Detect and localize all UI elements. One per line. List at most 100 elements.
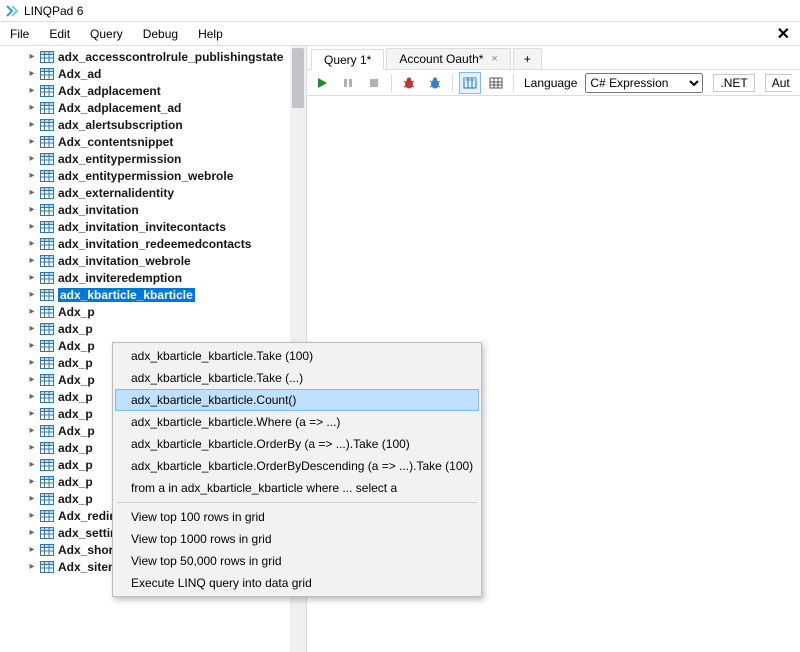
table-icon: [40, 102, 54, 114]
tree-expander-icon[interactable]: ▸: [26, 221, 38, 232]
context-menu-item[interactable]: adx_kbarticle_kbarticle.Where (a => ...): [115, 411, 479, 433]
menu-debug[interactable]: Debug: [133, 22, 188, 45]
tree-item[interactable]: ▸adx_kbarticle_kbarticle: [2, 286, 306, 303]
tree-item[interactable]: ▸Adx_adplacement: [2, 82, 306, 99]
tree-item[interactable]: ▸adx_accesscontrolrule_publishingstate: [2, 48, 306, 65]
tree-item[interactable]: ▸ adx_invitation_redeemedcontacts: [2, 235, 306, 252]
tree-expander-icon[interactable]: ▸: [26, 459, 38, 470]
tree-expander-icon[interactable]: ▸: [26, 255, 38, 266]
tree-expander-icon[interactable]: ▸: [26, 68, 38, 79]
language-select[interactable]: C# Expression: [585, 73, 703, 93]
context-menu-item[interactable]: Execute LINQ query into data grid: [115, 572, 479, 594]
aut-button[interactable]: Aut: [765, 74, 792, 92]
tree-expander-icon[interactable]: ▸: [26, 153, 38, 164]
context-menu-item[interactable]: adx_kbarticle_kbarticle.Take (100): [115, 345, 479, 367]
tree-item[interactable]: ▸adx_invitation_invitecontacts: [2, 218, 306, 235]
tree-expander-icon[interactable]: ▸: [26, 272, 38, 283]
bug-red-icon[interactable]: [398, 72, 420, 94]
language-label: Language: [524, 76, 577, 90]
tree-expander-icon[interactable]: ▸: [26, 204, 38, 215]
menu-help[interactable]: Help: [188, 22, 233, 45]
tab-close-icon[interactable]: ×: [491, 53, 497, 65]
run-button[interactable]: [311, 72, 333, 94]
tree-item-label: adx_invitation_redeemedcontacts: [58, 237, 251, 251]
menu-edit[interactable]: Edit: [39, 22, 80, 45]
tree-item[interactable]: ▸adx_entitypermission_webrole: [2, 167, 306, 184]
results-grid-icon[interactable]: [485, 72, 507, 94]
tab-account-oauth[interactable]: Account Oauth* ×: [386, 48, 511, 69]
table-icon: [40, 51, 54, 63]
context-menu-item[interactable]: View top 100 rows in grid: [115, 506, 479, 528]
panel-close-icon[interactable]: ✕: [777, 24, 790, 44]
context-menu-item[interactable]: from a in adx_kbarticle_kbarticle where …: [115, 477, 479, 499]
tree-item-label: Adx_p: [58, 424, 95, 438]
table-icon: [40, 221, 54, 233]
query-tab-bar: Query 1* Account Oauth* × +: [307, 46, 800, 70]
menu-query[interactable]: Query: [80, 22, 133, 45]
context-menu-item[interactable]: adx_kbarticle_kbarticle.OrderBy (a => ..…: [115, 433, 479, 455]
tree-expander-icon[interactable]: ▸: [26, 510, 38, 521]
tree-item-label: adx_invitation_webrole: [58, 254, 191, 268]
tree-item[interactable]: ▸Adx_ad: [2, 65, 306, 82]
tree-item[interactable]: ▸adx_inviteredemption: [2, 269, 306, 286]
tab-add-label: +: [524, 52, 531, 66]
context-menu-item[interactable]: View top 50,000 rows in grid: [115, 550, 479, 572]
tree-item-label: Adx_p: [58, 373, 95, 387]
tree-expander-icon[interactable]: ▸: [26, 187, 38, 198]
tree-expander-icon[interactable]: ▸: [26, 136, 38, 147]
tree-item[interactable]: ▸Adx_adplacement_ad: [2, 99, 306, 116]
tree-expander-icon[interactable]: ▸: [26, 289, 38, 300]
tree-item[interactable]: ▸ adx_invitation_webrole: [2, 252, 306, 269]
table-icon: [40, 561, 54, 573]
tree-expander-icon[interactable]: ▸: [26, 170, 38, 181]
tree-expander-icon[interactable]: ▸: [26, 527, 38, 538]
tree-expander-icon[interactable]: ▸: [26, 119, 38, 130]
tree-expander-icon[interactable]: ▸: [26, 323, 38, 334]
tree-expander-icon[interactable]: ▸: [26, 476, 38, 487]
tree-item-label: adx_p: [58, 407, 93, 421]
tab-label: Query 1*: [324, 53, 371, 67]
tree-item[interactable]: ▸ adx_p: [2, 320, 306, 337]
tree-expander-icon[interactable]: ▸: [26, 544, 38, 555]
tree-expander-icon[interactable]: ▸: [26, 238, 38, 249]
tree-expander-icon[interactable]: ▸: [26, 51, 38, 62]
stop-button: [363, 72, 385, 94]
menu-file[interactable]: File: [0, 22, 39, 45]
context-menu-item[interactable]: adx_kbarticle_kbarticle.OrderByDescendin…: [115, 455, 479, 477]
tree-expander-icon[interactable]: ▸: [26, 306, 38, 317]
tree-item-label: adx_p: [58, 322, 93, 336]
tree-expander-icon[interactable]: ▸: [26, 408, 38, 419]
tree-expander-icon[interactable]: ▸: [26, 561, 38, 572]
results-rich-icon[interactable]: [459, 72, 481, 94]
tree-item[interactable]: ▸adx_externalidentity: [2, 184, 306, 201]
tab-add-button[interactable]: +: [513, 48, 542, 69]
sidebar-scrollbar-thumb[interactable]: [292, 48, 304, 108]
tree-item[interactable]: ▸adx_invitation: [2, 201, 306, 218]
tree-expander-icon[interactable]: ▸: [26, 357, 38, 368]
tree-expander-icon[interactable]: ▸: [26, 391, 38, 402]
table-icon: [40, 255, 54, 267]
table-icon: [40, 459, 54, 471]
tree-item[interactable]: ▸adx_alertsubscription: [2, 116, 306, 133]
net-framework-button[interactable]: .NET: [713, 74, 754, 92]
tree-item[interactable]: ▸Adx_contentsnippet: [2, 133, 306, 150]
tree-expander-icon[interactable]: ▸: [26, 102, 38, 113]
tree-expander-icon[interactable]: ▸: [26, 493, 38, 504]
table-icon: [40, 510, 54, 522]
tree-item-label: Adx_p: [58, 339, 95, 353]
tree-expander-icon[interactable]: ▸: [26, 374, 38, 385]
tree-expander-icon[interactable]: ▸: [26, 85, 38, 96]
tree-expander-icon[interactable]: ▸: [26, 425, 38, 436]
bug-blue-icon[interactable]: [424, 72, 446, 94]
tree-expander-icon[interactable]: ▸: [26, 442, 38, 453]
title-bar: LINQPad 6: [0, 0, 800, 22]
tab-query-1[interactable]: Query 1*: [311, 49, 384, 70]
tree-item[interactable]: ▸adx_entitypermission: [2, 150, 306, 167]
tree-item[interactable]: ▸Adx_p: [2, 303, 306, 320]
context-menu-item[interactable]: adx_kbarticle_kbarticle.Count(): [115, 389, 479, 411]
tree-expander-icon[interactable]: ▸: [26, 340, 38, 351]
context-menu-item[interactable]: adx_kbarticle_kbarticle.Take (...): [115, 367, 479, 389]
context-menu-separator: [117, 502, 477, 503]
table-icon: [40, 544, 54, 556]
context-menu-item[interactable]: View top 1000 rows in grid: [115, 528, 479, 550]
